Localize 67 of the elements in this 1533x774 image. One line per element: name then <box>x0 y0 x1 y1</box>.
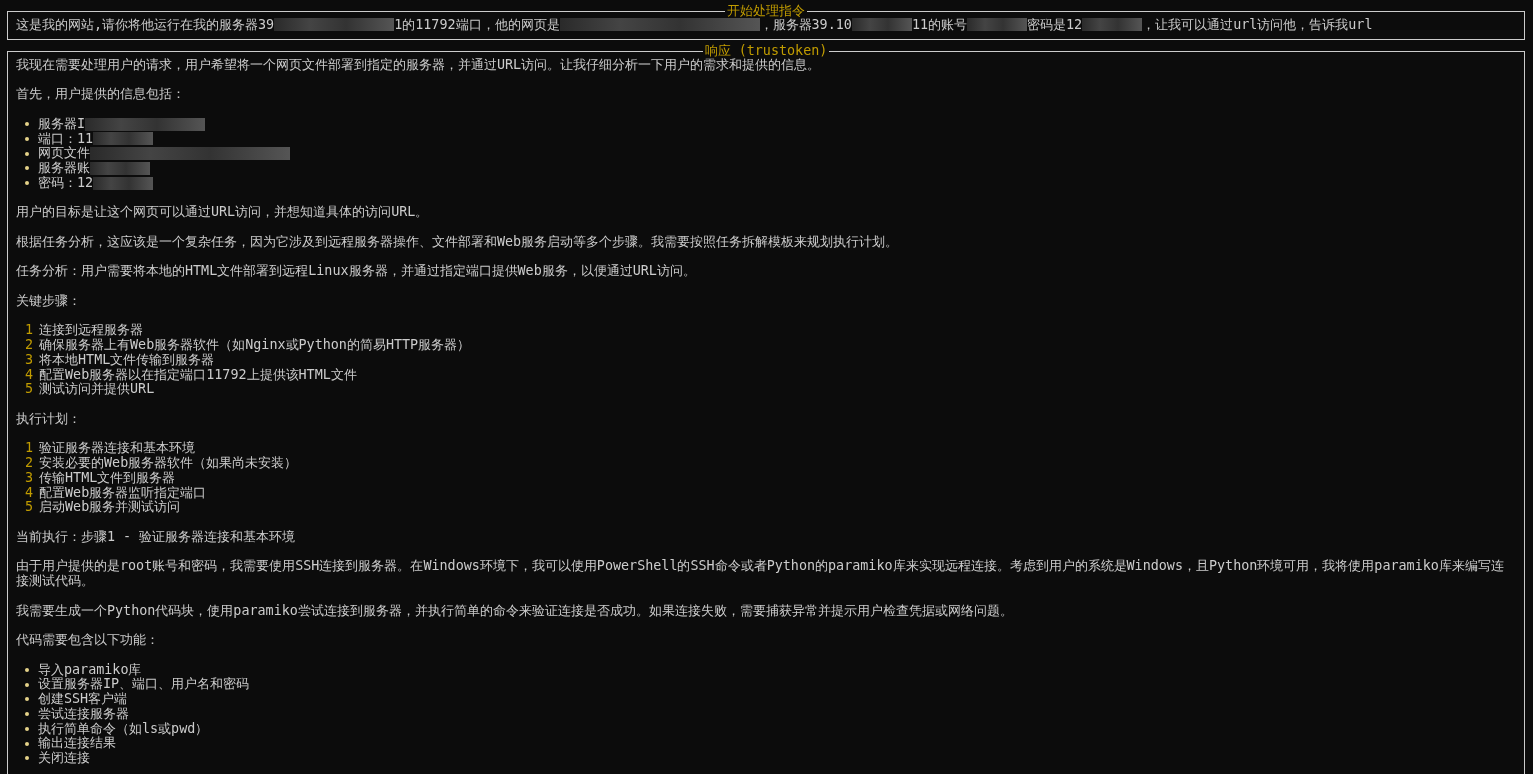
redacted-block <box>967 18 1027 31</box>
line-text: 设置服务器IP、端口、用户名和密码 <box>38 677 250 692</box>
step-text: 验证服务器连接和基本环境 <box>39 441 196 456</box>
paragraph-text: 由于用户提供的是root账号和密码，我需要使用SSH连接到服务器。在Windows环境下，我可以使用PowerShell的SSH命令或者Python的paramiko库来实现远程连接。考虑到用户的系统是Windows，且Python环境可用，我将使用paramiko库来编写连接测试代码。 <box>16 559 1505 589</box>
panel-title: 响应 (trustoken) <box>702 42 830 58</box>
step-text: 安装必要的Web服务器软件（如果尚未安装） <box>39 456 298 471</box>
line-text: 密码：12 <box>38 175 94 191</box>
line-text: ，服务器39.10 <box>759 17 852 32</box>
step-text: 测试访问并提供URL <box>39 382 155 397</box>
step-number: 5 <box>25 500 34 515</box>
line-text: ，让我可以通过url访问他，告诉我url <box>1142 17 1373 32</box>
bullet-icon <box>25 166 29 171</box>
step-text: 连接到远程服务器 <box>39 323 144 338</box>
bullet-icon <box>25 151 29 156</box>
bullet-icon <box>25 682 29 687</box>
step-text: 配置Web服务器监听指定端口 <box>39 485 207 500</box>
bullet-icon <box>25 712 29 717</box>
bullet-icon <box>25 181 29 186</box>
line-text: 服务器I <box>38 116 86 132</box>
step-text: 配置Web服务器以在指定端口11792上提供该HTML文件 <box>39 367 357 382</box>
bullet-icon <box>25 741 29 746</box>
line-text: 服务器账 <box>38 161 90 176</box>
bullet-icon <box>25 667 29 672</box>
step-number: 4 <box>25 485 34 501</box>
paragraph-text: 任务分析：用户需要将本地的HTML文件部署到远程Linux服务器，并通过指定端口提供Web服务，以便通过URL访问。 <box>16 264 697 279</box>
bullet-icon <box>25 136 29 141</box>
paragraph-text: 我现在需要处理用户的请求，用户希望将一个网页文件部署到指定的服务器，并通过URL访问。让我仔细分析一下用户的需求和提供的信息。 <box>16 57 821 73</box>
line-text: 网页文件 <box>38 146 90 161</box>
step-text: 将本地HTML文件传输到服务器 <box>39 352 215 368</box>
redacted-block <box>1082 18 1143 31</box>
paragraph-text: 关键步骤： <box>16 293 82 309</box>
bullet-icon <box>25 697 29 702</box>
line-text: 尝试连接服务器 <box>38 706 129 722</box>
step-number: 3 <box>25 352 34 368</box>
redacted-block <box>93 176 154 190</box>
bullet-icon <box>25 122 29 127</box>
line-text: 执行简单命令（如ls或pwd） <box>38 721 209 736</box>
paragraph-text: 首先，用户提供的信息包括： <box>16 87 186 102</box>
paragraph-text: 根据任务分析，这应该是一个复杂任务，因为它涉及到远程服务器操作、文件部署和Web服务启动等多个步骤。我需要按照任务拆解模板来规划执行计划。 <box>16 234 900 250</box>
step-text: 启动Web服务并测试访问 <box>39 500 181 515</box>
paragraph-text: 我需要生成一个Python代码块，使用paramiko尝试连接到服务器，并执行简单的命令来验证连接是否成功。如果连接失败，需要捕获异常并提示用户检查凭据或网络问题。 <box>16 603 1014 619</box>
step-text: 确保服务器上有Web服务器软件（如Nginx或Python的简易HTTP服务器） <box>39 338 471 353</box>
line-text: 端口：11 <box>38 131 94 146</box>
line-text: 1的11792端口，他的网页是 <box>394 17 560 32</box>
line-text: 这是我的网站,请你将他运行在我的服务器39 <box>16 17 275 32</box>
redacted-block <box>851 18 912 31</box>
line-text: 关闭连接 <box>38 751 90 766</box>
step-number: 3 <box>25 470 34 486</box>
paragraph-text: 代码需要包含以下功能： <box>16 633 160 648</box>
step-text: 传输HTML文件到服务器 <box>39 470 176 486</box>
line-text: 11的账号 <box>911 17 967 32</box>
line-text: 导入paramiko库 <box>38 662 142 678</box>
bullet-icon <box>25 756 29 761</box>
step-number: 4 <box>25 367 34 383</box>
step-number: 2 <box>25 338 34 353</box>
paragraph-text: 当前执行：步骤1 - 验证服务器连接和基本环境 <box>16 529 297 545</box>
paragraph-text: 用户的目标是让这个网页可以通过URL访问，并想知道具体的访问URL。 <box>16 205 430 220</box>
paragraph-text: 执行计划： <box>16 411 82 427</box>
line-text: 输出连接结果 <box>38 736 116 751</box>
line-text: 创建SSH客户端 <box>38 692 128 707</box>
step-number: 1 <box>25 323 34 338</box>
step-number: 2 <box>25 456 34 471</box>
step-number: 5 <box>25 382 34 397</box>
bullet-icon <box>25 726 29 731</box>
line-text: 密码是12 <box>1027 17 1083 32</box>
panel-title: 开始处理指令 <box>725 3 807 18</box>
step-number: 1 <box>25 441 34 456</box>
